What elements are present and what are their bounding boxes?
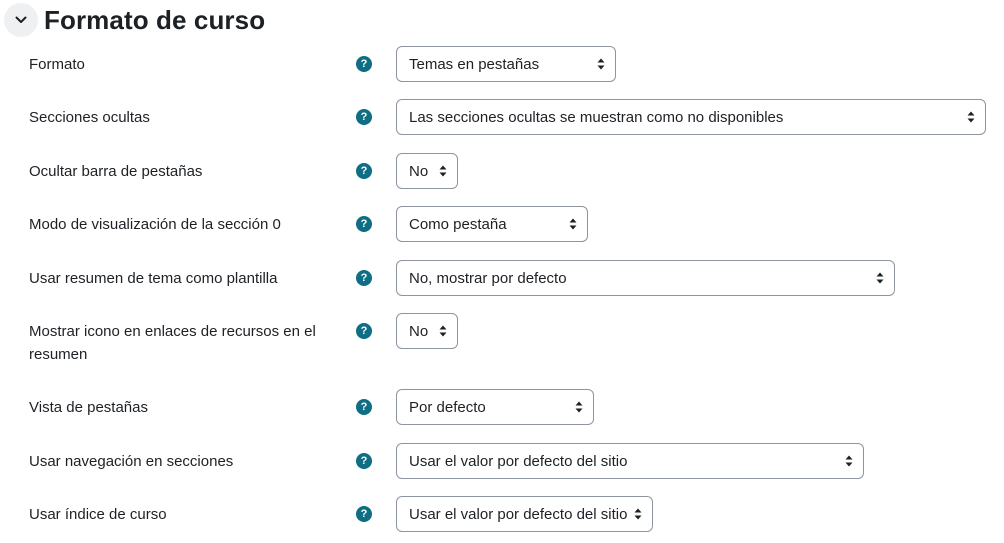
select-vista-pestanas[interactable]: Por defecto	[396, 389, 594, 425]
field-label: Usar índice de curso	[29, 506, 167, 523]
select-value: Temas en pestañas	[409, 55, 540, 73]
sort-arrows-icon	[967, 111, 975, 123]
sort-arrows-icon	[876, 272, 884, 284]
help-icon[interactable]: ?	[356, 399, 372, 415]
sort-arrows-icon	[575, 401, 583, 413]
help-icon[interactable]: ?	[356, 323, 372, 339]
select-secciones-ocultas[interactable]: Las secciones ocultas se muestran como n…	[396, 99, 986, 135]
sort-arrows-icon	[597, 58, 605, 70]
section-header: Formato de curso	[4, 1, 265, 39]
help-icon[interactable]: ?	[356, 163, 372, 179]
field-label: Vista de pestañas	[29, 399, 148, 416]
sort-arrows-icon	[569, 218, 577, 230]
sort-arrows-icon	[439, 325, 447, 337]
field-label: Usar navegación en secciones	[29, 453, 234, 470]
select-formato[interactable]: Temas en pestañas	[396, 46, 616, 82]
help-icon[interactable]: ?	[356, 109, 372, 125]
select-resumen-plantilla[interactable]: No, mostrar por defecto	[396, 260, 895, 296]
field-label: Secciones ocultas	[29, 109, 150, 126]
select-indice-curso[interactable]: Usar el valor por defecto del sitio	[396, 496, 653, 532]
select-ocultar-barra[interactable]: No	[396, 153, 458, 189]
section-title: Formato de curso	[44, 4, 266, 35]
select-modo-seccion-0[interactable]: Como pestaña	[396, 206, 588, 242]
select-value: Las secciones ocultas se muestran como n…	[409, 108, 784, 126]
sort-arrows-icon	[634, 508, 642, 520]
select-value: No	[409, 322, 429, 340]
field-label: Ocultar barra de pestañas	[29, 163, 203, 180]
select-value: Por defecto	[409, 398, 486, 416]
field-label: Formato	[29, 56, 85, 73]
field-label: Usar resumen de tema como plantilla	[29, 270, 278, 287]
sort-arrows-icon	[845, 455, 853, 467]
select-value: Usar el valor por defecto del sitio	[409, 452, 628, 470]
field-label: Modo de visualización de la sección 0	[29, 216, 281, 233]
select-value: Como pestaña	[409, 215, 507, 233]
select-value: No, mostrar por defecto	[409, 269, 567, 287]
select-navegacion-secciones[interactable]: Usar el valor por defecto del sitio	[396, 443, 864, 479]
select-mostrar-icono[interactable]: No	[396, 313, 458, 349]
select-value: Usar el valor por defecto del sitio	[409, 505, 628, 523]
chevron-down-icon[interactable]	[4, 3, 38, 37]
sort-arrows-icon	[439, 165, 447, 177]
help-icon[interactable]: ?	[356, 56, 372, 72]
help-icon[interactable]: ?	[356, 216, 372, 232]
help-icon[interactable]: ?	[356, 453, 372, 469]
select-value: No	[409, 162, 429, 180]
field-label: Mostrar icono en enlaces de recursos en …	[29, 323, 316, 363]
help-icon[interactable]: ?	[356, 270, 372, 286]
help-icon[interactable]: ?	[356, 506, 372, 522]
